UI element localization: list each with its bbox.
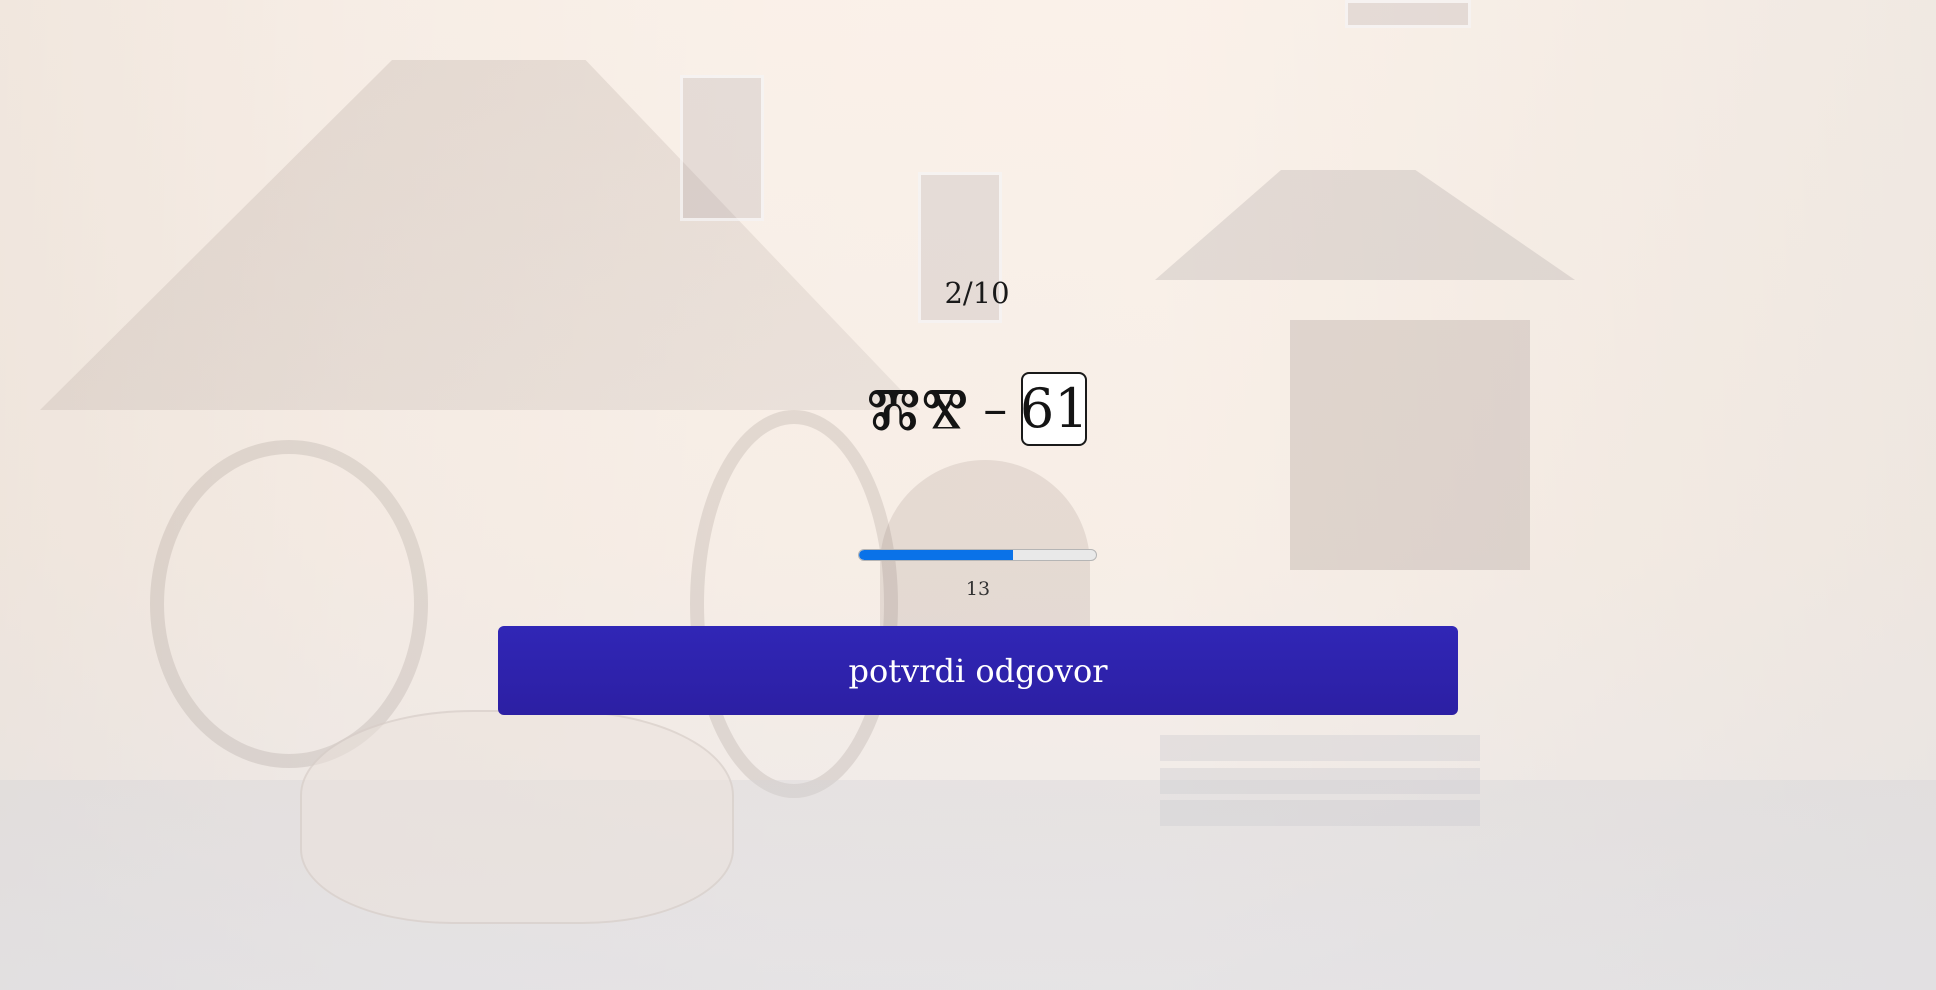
confirm-answer-button[interactable]: potvrdi odgovor xyxy=(498,626,1458,715)
quiz-panel: 2/10 ⰏⰊ – 61 13 potvrdi odgovor xyxy=(0,0,1936,990)
answer-input[interactable]: 61 xyxy=(1020,372,1089,446)
question-dash: – xyxy=(983,381,1008,437)
glagolitic-glyph: ⰏⰊ xyxy=(866,376,970,441)
timer-bar-fill xyxy=(859,550,1014,560)
question-row: ⰏⰊ – 61 xyxy=(0,372,1936,446)
timer-value: 13 xyxy=(965,578,991,600)
question-counter: 2/10 xyxy=(944,276,1010,310)
timer-bar xyxy=(858,549,1097,561)
